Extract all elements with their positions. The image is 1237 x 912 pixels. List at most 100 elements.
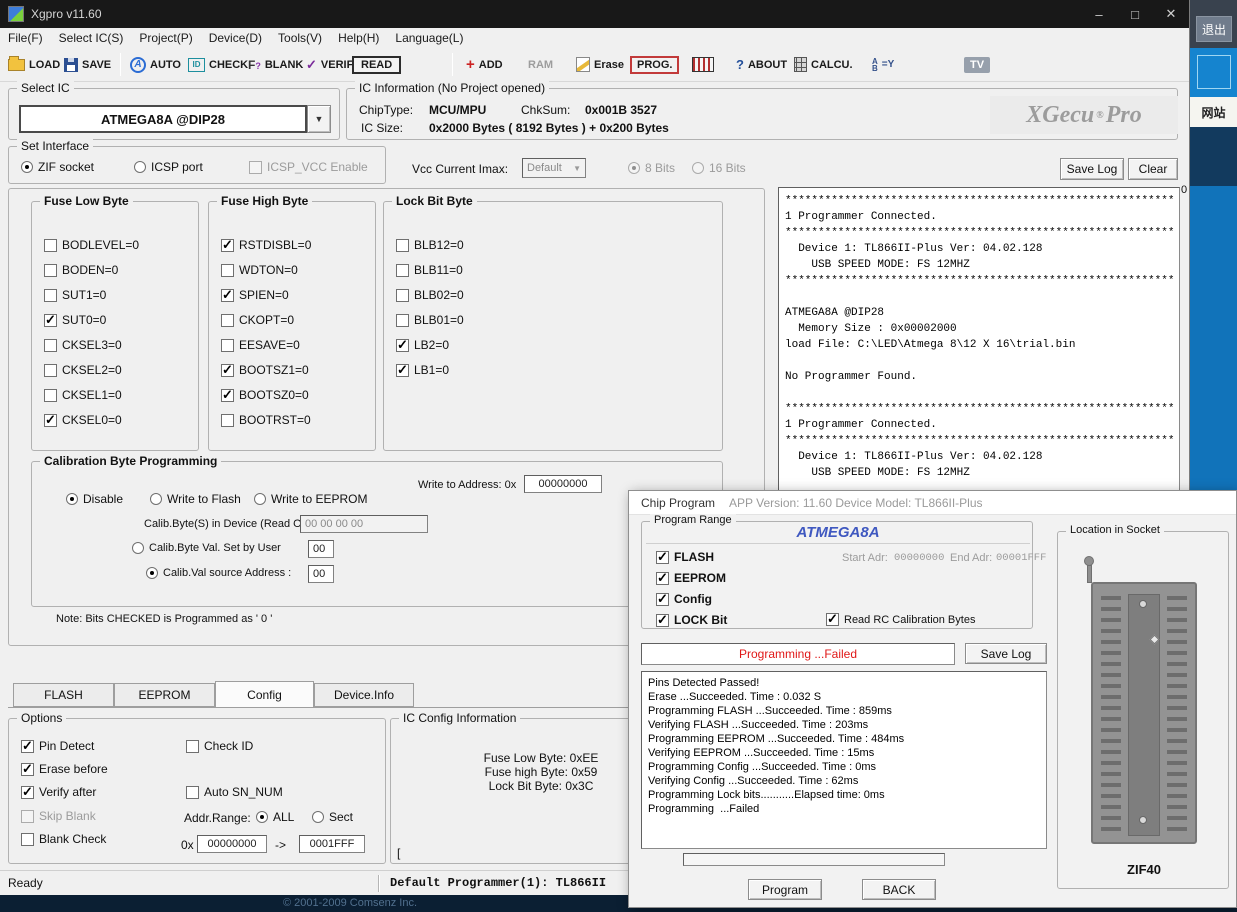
dialog-eeprom-checkbox[interactable]: EEPROM xyxy=(656,571,726,585)
calcu-button[interactable]: CALCU. xyxy=(794,48,853,81)
fuse-high-rstdisbl[interactable]: RSTDISBL=0 xyxy=(221,238,311,252)
fuse-high-spien[interactable]: SPIEN=0 xyxy=(221,288,289,302)
menu-tools[interactable]: Tools(V) xyxy=(270,31,330,45)
close-button[interactable]: ✕ xyxy=(1153,0,1189,28)
calib-src-radio[interactable]: Calib.Val source Address : xyxy=(146,567,291,579)
menu-select-ic[interactable]: Select IC(S) xyxy=(51,31,132,45)
read-rc-checkbox[interactable]: Read RC Calibration Bytes xyxy=(826,613,975,626)
write-address-input[interactable]: 00000000 xyxy=(524,475,602,493)
skip-blank-checkbox[interactable]: Skip Blank xyxy=(21,809,96,823)
calib-src-input[interactable]: 00 xyxy=(308,565,334,583)
zif-top-hole xyxy=(1139,600,1147,608)
tab-config[interactable]: Config xyxy=(215,681,314,708)
dialog-program-button[interactable]: Program xyxy=(748,879,822,900)
fuse-low-sut1[interactable]: SUT1=0 xyxy=(44,288,106,302)
save-log-button[interactable]: Save Log xyxy=(1060,158,1124,180)
icsp-port-radio[interactable]: ICSP port xyxy=(134,160,203,174)
calib-user-input[interactable]: 00 xyxy=(308,540,334,558)
window-title: Xgpro v11.60 xyxy=(31,7,102,21)
adapter-button[interactable] xyxy=(692,48,714,81)
exit-button[interactable]: 退出 xyxy=(1196,16,1232,42)
menu-project[interactable]: Project(P) xyxy=(131,31,200,45)
load-button[interactable]: LOAD xyxy=(8,48,60,81)
addr-sect-radio[interactable]: Sect xyxy=(312,810,353,824)
lock-lb1[interactable]: LB1=0 xyxy=(396,363,449,377)
lock-lb2[interactable]: LB2=0 xyxy=(396,338,449,352)
lock-blb01[interactable]: BLB01=0 xyxy=(396,313,464,327)
check-button[interactable]: ID CHECK xyxy=(188,48,248,81)
menu-file[interactable]: File(F) xyxy=(0,31,51,45)
fuse-high-bootsz0[interactable]: BOOTSZ0=0 xyxy=(221,388,309,402)
title-bar[interactable]: Xgpro v11.60 – □ ✕ xyxy=(0,0,1189,28)
options-group: Options Pin Detect Erase before Verify a… xyxy=(8,718,386,864)
save-button[interactable]: SAVE xyxy=(64,48,111,81)
lock-blb12[interactable]: BLB12=0 xyxy=(396,238,464,252)
fuse-low-sut0[interactable]: SUT0=0 xyxy=(44,313,106,327)
bits16-radio[interactable]: 16 Bits xyxy=(692,161,746,175)
clear-button[interactable]: Clear xyxy=(1128,158,1178,180)
ic-dropdown-button[interactable]: ▼ xyxy=(307,105,331,133)
tab-flash[interactable]: FLASH xyxy=(13,683,114,707)
tab-eeprom[interactable]: EEPROM xyxy=(114,683,215,707)
dialog-log-box[interactable]: Pins Detected Passed! Erase ...Succeeded… xyxy=(641,671,1047,849)
fuse-high-eesave[interactable]: EESAVE=0 xyxy=(221,338,300,352)
focus-outline xyxy=(1197,55,1231,89)
ram-button[interactable]: RAM xyxy=(528,48,553,81)
dialog-back-button[interactable]: BACK xyxy=(862,879,936,900)
check-id-checkbox[interactable]: Check ID xyxy=(186,739,253,753)
set-interface-legend: Set Interface xyxy=(17,139,93,153)
pin-detect-checkbox[interactable]: Pin Detect xyxy=(21,739,94,753)
maximize-button[interactable]: □ xyxy=(1117,0,1153,28)
ic-combobox[interactable]: ATMEGA8A @DIP28 xyxy=(19,105,307,133)
start-adr-value: 00000000 xyxy=(894,552,944,564)
fuse-high-bootsz1[interactable]: BOOTSZ1=0 xyxy=(221,363,309,377)
calib-write-eeprom-radio[interactable]: Write to EEPROM xyxy=(254,492,367,506)
dialog-flash-checkbox[interactable]: FLASH xyxy=(656,550,714,564)
auto-button[interactable]: A AUTO xyxy=(130,48,181,81)
auto-sn-checkbox[interactable]: Auto SN_NUM xyxy=(186,785,283,799)
lock-blb11[interactable]: BLB11=0 xyxy=(396,263,463,277)
about-button[interactable]: ? ABOUT xyxy=(736,48,787,81)
fuse-low-boden[interactable]: BODEN=0 xyxy=(44,263,118,277)
menu-device[interactable]: Device(D) xyxy=(201,31,270,45)
fuse-low-cksel0[interactable]: CKSEL0=0 xyxy=(44,413,122,427)
erase-before-checkbox[interactable]: Erase before xyxy=(21,762,108,776)
prog-button[interactable]: PROG. xyxy=(630,48,679,81)
fuse-low-cksel1[interactable]: CKSEL1=0 xyxy=(44,388,122,402)
zif-socket-radio[interactable]: ZIF socket xyxy=(21,160,94,174)
dialog-config-checkbox[interactable]: Config xyxy=(656,592,712,606)
icsp-vcc-checkbox[interactable]: ICSP_VCC Enable xyxy=(249,160,368,174)
fuse-high-bootrst[interactable]: BOOTRST=0 xyxy=(221,413,311,427)
addr-from-input[interactable]: 00000000 xyxy=(197,835,267,853)
fuse-low-cksel2[interactable]: CKSEL2=0 xyxy=(44,363,122,377)
compare-button[interactable]: AB =Y xyxy=(872,48,894,81)
addr-all-radio[interactable]: ALL xyxy=(256,810,294,824)
read-button[interactable]: READ xyxy=(352,48,401,81)
menu-help[interactable]: Help(H) xyxy=(330,31,387,45)
website-tab[interactable]: 网站 xyxy=(1190,97,1237,127)
blank-check-checkbox[interactable]: Blank Check xyxy=(21,832,106,846)
add-button[interactable]: + ADD xyxy=(466,48,503,81)
erase-button[interactable]: Erase xyxy=(576,48,624,81)
fuse-low-bodlevel[interactable]: BODLEVEL=0 xyxy=(44,238,139,252)
vcc-dropdown[interactable]: Default ▼ xyxy=(522,158,586,178)
blank-button[interactable]: F? BLANK xyxy=(248,48,303,81)
calib-user-radio[interactable]: Calib.Byte Val. Set by User xyxy=(132,542,281,554)
fuse-high-ckopt[interactable]: CKOPT=0 xyxy=(221,313,294,327)
tab-device-info[interactable]: Device.Info xyxy=(314,683,414,707)
fuse-high-wdton[interactable]: WDTON=0 xyxy=(221,263,298,277)
calib-disable-radio[interactable]: Disable xyxy=(66,492,123,506)
fuse-low-cksel3[interactable]: CKSEL3=0 xyxy=(44,338,122,352)
dialog-title-bar[interactable]: Chip Program APP Version: 11.60 Device M… xyxy=(629,491,1236,515)
lock-bit-value: Lock Bit Byte: 0x3C xyxy=(451,779,631,793)
addr-to-input[interactable]: 0001FFF xyxy=(299,835,365,853)
dialog-save-log-button[interactable]: Save Log xyxy=(965,643,1047,664)
lock-blb02[interactable]: BLB02=0 xyxy=(396,288,464,302)
calib-write-flash-radio[interactable]: Write to Flash xyxy=(150,492,241,506)
menu-language[interactable]: Language(L) xyxy=(387,31,471,45)
minimize-button[interactable]: – xyxy=(1081,0,1117,28)
dialog-lockbit-checkbox[interactable]: LOCK Bit xyxy=(656,613,727,627)
bits8-radio[interactable]: 8 Bits xyxy=(628,161,675,175)
tv-button[interactable]: TV xyxy=(964,48,990,81)
verify-after-checkbox[interactable]: Verify after xyxy=(21,785,96,799)
